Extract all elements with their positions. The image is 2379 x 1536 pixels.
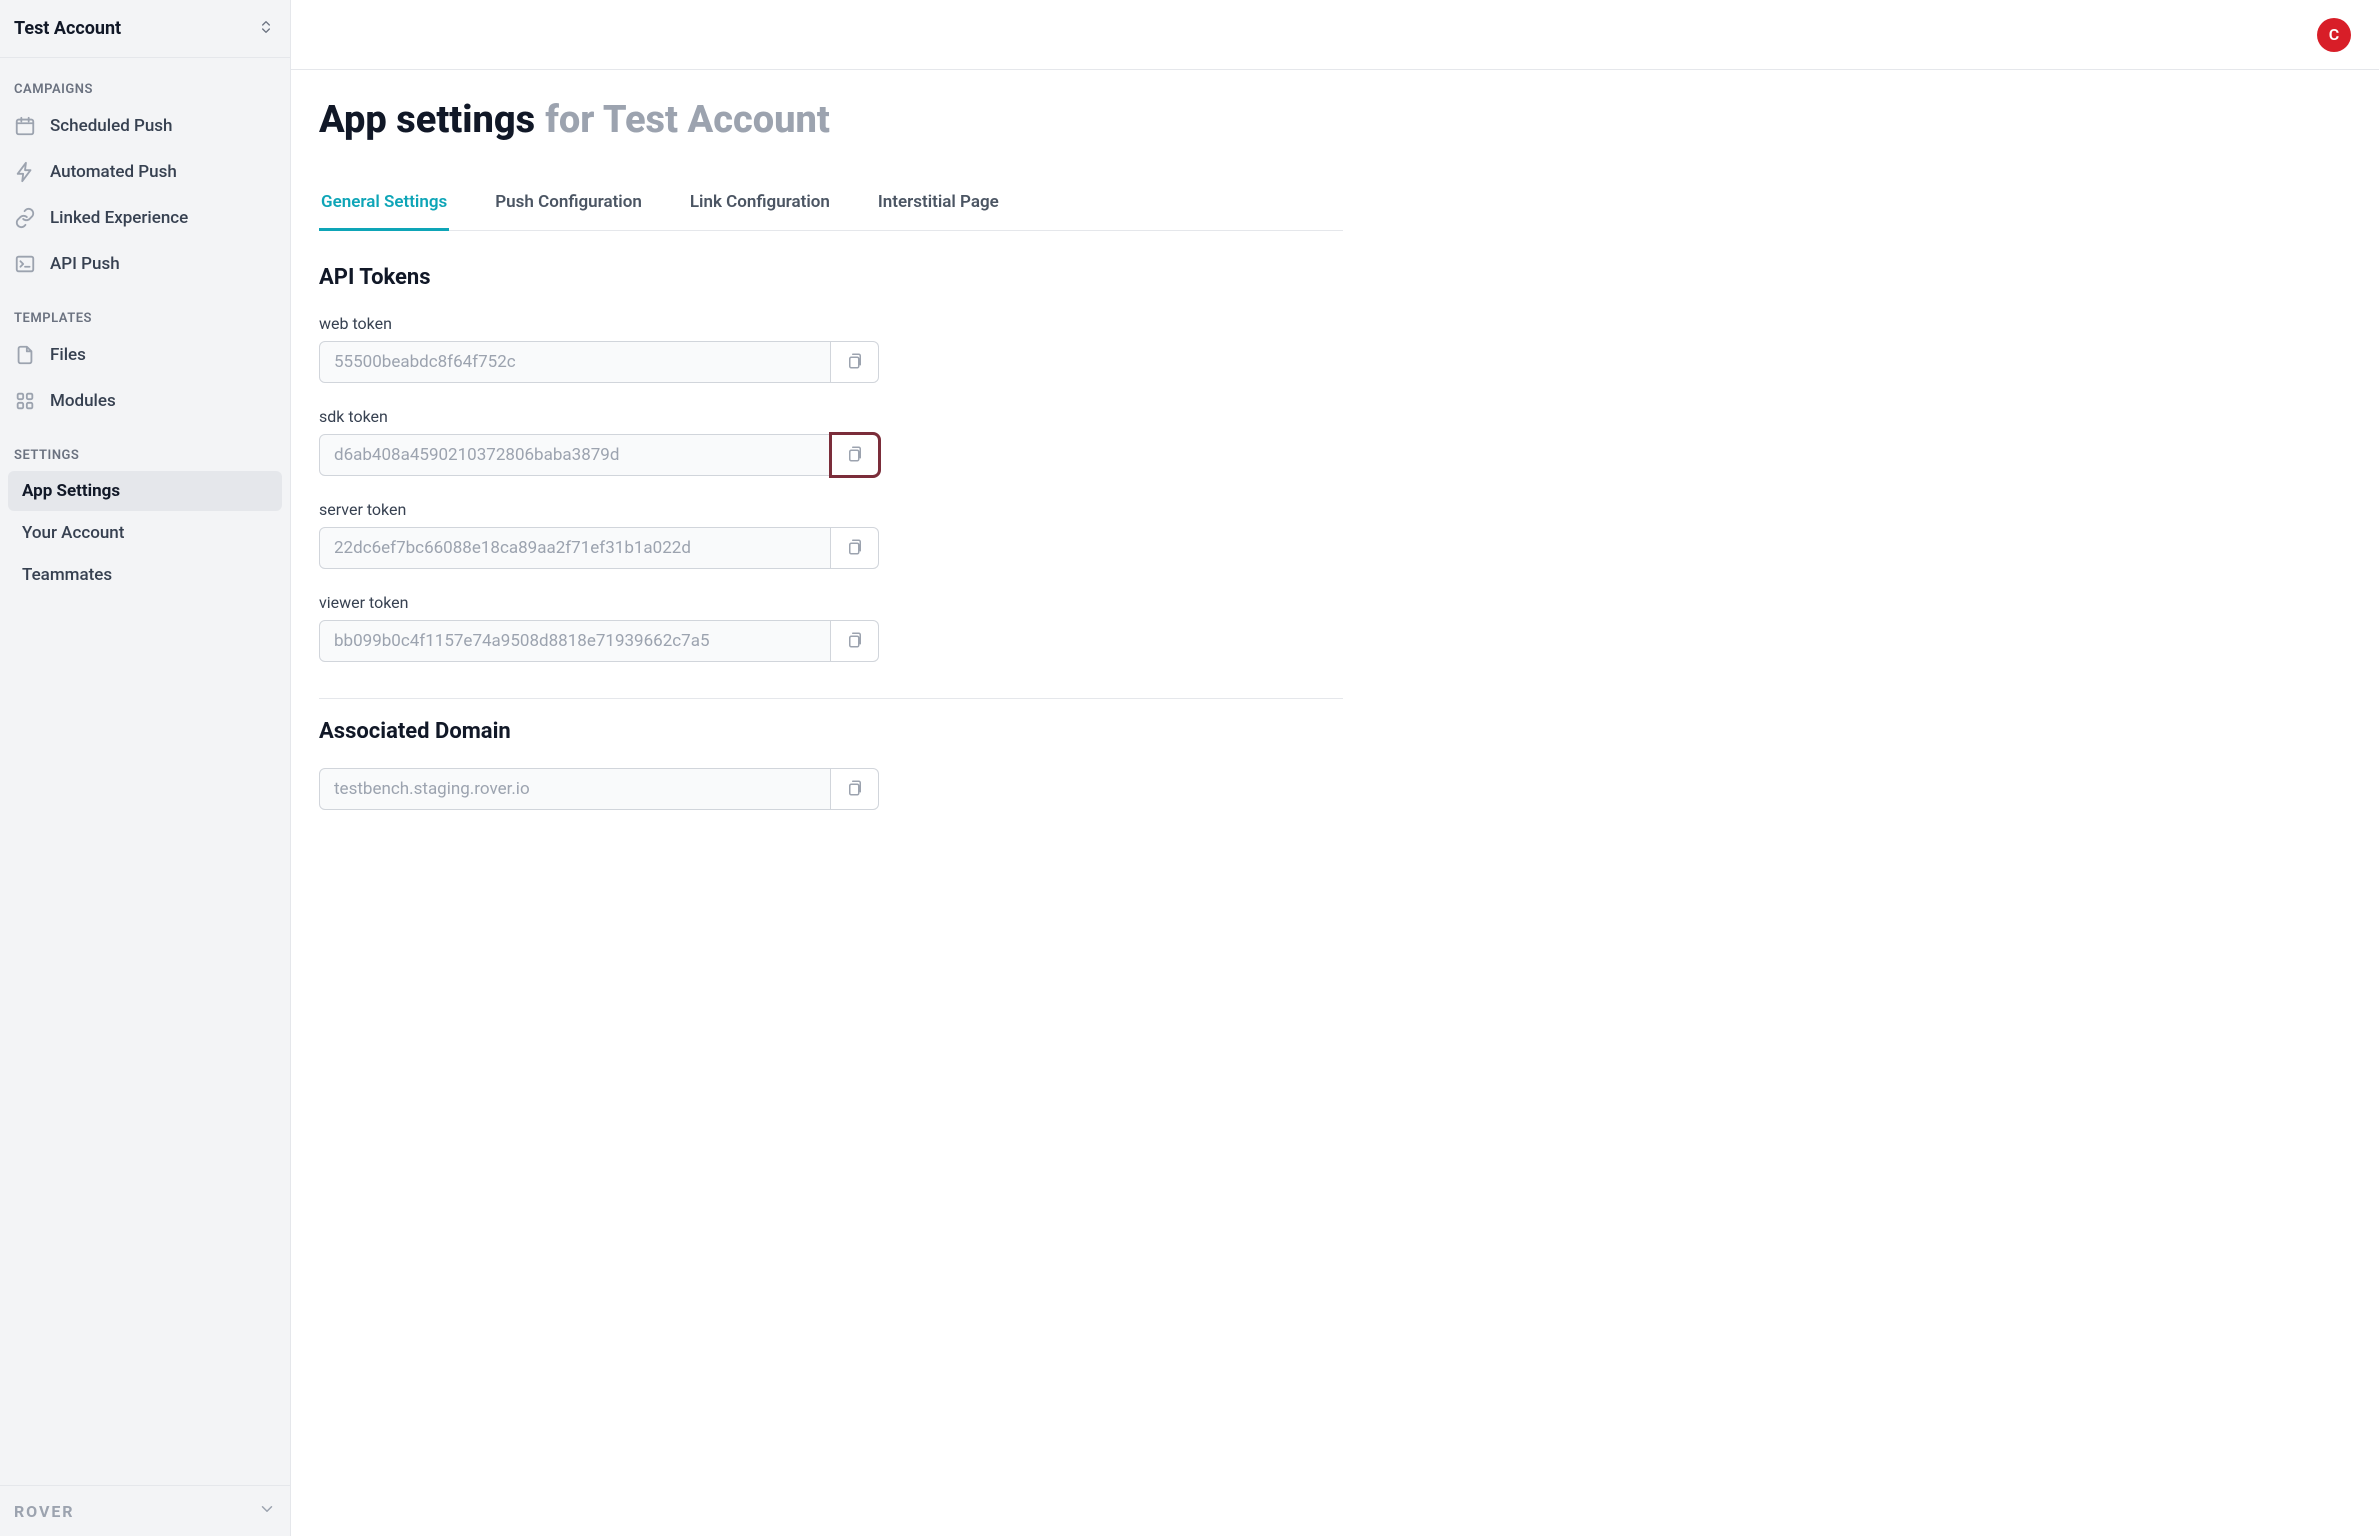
sidebar-item-scheduled-push[interactable]: Scheduled Push: [0, 103, 290, 149]
sidebar-item-api-push[interactable]: API Push: [0, 241, 290, 287]
copy-sdk-token-button[interactable]: [831, 434, 879, 476]
api-tokens-heading: API Tokens: [319, 265, 1343, 290]
file-icon: [14, 344, 36, 366]
chevron-down-icon: [258, 1500, 276, 1522]
sidebar-item-label: Files: [50, 345, 86, 365]
main: C App settings for Test Account General …: [291, 0, 2379, 1536]
calendar-icon: [14, 115, 36, 137]
field-associated-domain: [319, 768, 879, 810]
lightning-icon: [14, 161, 36, 183]
copy-icon: [846, 538, 864, 559]
sidebar-item-teammates[interactable]: Teammates: [8, 555, 282, 595]
sidebar-item-automated-push[interactable]: Automated Push: [0, 149, 290, 195]
sidebar-footer[interactable]: ROVER: [0, 1485, 290, 1536]
sidebar-item-label: Your Account: [22, 523, 124, 543]
sdk-token-input[interactable]: [319, 434, 831, 476]
sidebar-item-files[interactable]: Files: [0, 332, 290, 378]
copy-icon: [846, 445, 864, 466]
field-label: server token: [319, 500, 879, 519]
account-switcher[interactable]: Test Account: [0, 0, 290, 58]
field-server-token: server token: [319, 500, 879, 569]
avatar-letter: C: [2329, 25, 2339, 44]
sidebar-item-label: API Push: [50, 254, 120, 274]
copy-icon: [846, 779, 864, 800]
sidebar-item-label: Scheduled Push: [50, 116, 173, 136]
sidebar-section-settings: SETTINGS: [0, 424, 290, 469]
sidebar-section-templates: TEMPLATES: [0, 287, 290, 332]
sidebar-item-label: Teammates: [22, 565, 112, 585]
copy-viewer-token-button[interactable]: [831, 620, 879, 662]
field-label: web token: [319, 314, 879, 333]
copy-icon: [846, 352, 864, 373]
sidebar-item-label: App Settings: [22, 481, 120, 501]
sidebar-item-label: Automated Push: [50, 162, 177, 182]
sidebar-item-label: Linked Experience: [50, 208, 188, 228]
up-down-icon: [258, 19, 274, 39]
field-web-token: web token: [319, 314, 879, 383]
sidebar-item-your-account[interactable]: Your Account: [8, 513, 282, 553]
copy-server-token-button[interactable]: [831, 527, 879, 569]
field-viewer-token: viewer token: [319, 593, 879, 662]
divider: [319, 698, 1343, 699]
tabs: General Settings Push Configuration Link…: [319, 178, 1343, 231]
field-label: viewer token: [319, 593, 879, 612]
grid-icon: [14, 390, 36, 412]
sidebar-item-label: Modules: [50, 391, 116, 411]
copy-icon: [846, 631, 864, 652]
account-name: Test Account: [14, 18, 121, 39]
field-label: sdk token: [319, 407, 879, 426]
tab-interstitial-page[interactable]: Interstitial Page: [876, 178, 1001, 231]
copy-web-token-button[interactable]: [831, 341, 879, 383]
web-token-input[interactable]: [319, 341, 831, 383]
tab-link-configuration[interactable]: Link Configuration: [688, 178, 832, 231]
associated-domain-input[interactable]: [319, 768, 831, 810]
field-sdk-token: sdk token: [319, 407, 879, 476]
link-icon: [14, 207, 36, 229]
page-title-main: App settings: [319, 98, 535, 142]
avatar[interactable]: C: [2317, 18, 2351, 52]
page-title-sub: for Test Account: [545, 98, 830, 142]
server-token-input[interactable]: [319, 527, 831, 569]
associated-domain-heading: Associated Domain: [319, 719, 1343, 744]
page-title: App settings for Test Account: [319, 98, 1343, 142]
sidebar: Test Account CAMPAIGNS Scheduled Push Au…: [0, 0, 291, 1536]
sidebar-section-campaigns: CAMPAIGNS: [0, 58, 290, 103]
topbar: C: [291, 0, 2379, 70]
sidebar-item-linked-experience[interactable]: Linked Experience: [0, 195, 290, 241]
sidebar-item-modules[interactable]: Modules: [0, 378, 290, 424]
viewer-token-input[interactable]: [319, 620, 831, 662]
terminal-icon: [14, 253, 36, 275]
copy-associated-domain-button[interactable]: [831, 768, 879, 810]
tab-general-settings[interactable]: General Settings: [319, 178, 449, 231]
brand-logo: ROVER: [14, 1502, 74, 1521]
sidebar-item-app-settings[interactable]: App Settings: [8, 471, 282, 511]
tab-push-configuration[interactable]: Push Configuration: [493, 178, 644, 231]
